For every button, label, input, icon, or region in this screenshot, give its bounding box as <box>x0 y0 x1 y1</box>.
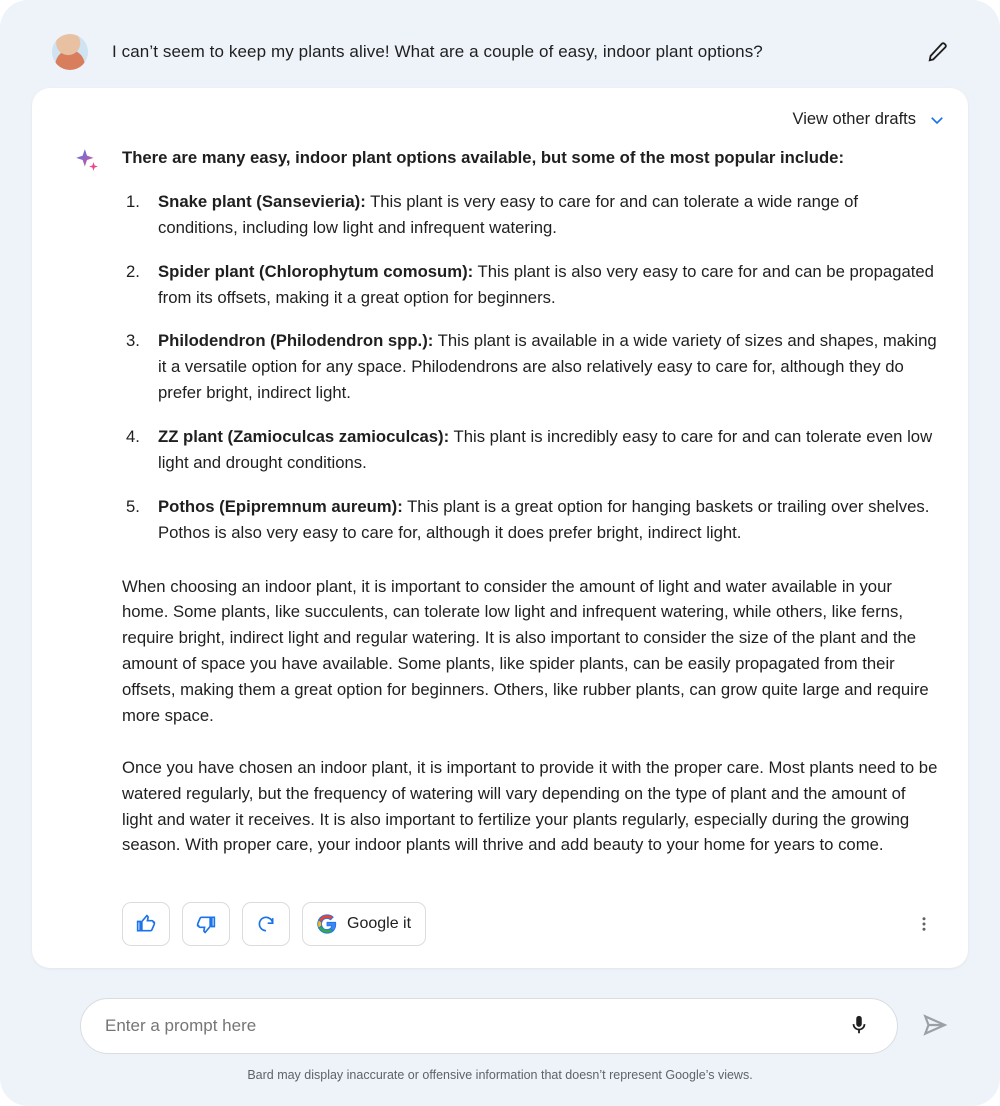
prompt-box[interactable] <box>80 998 898 1054</box>
response-actions: Google it <box>32 884 968 946</box>
response-card: View other drafts There are many easy, i… <box>32 88 968 968</box>
more-options-button[interactable] <box>910 910 938 938</box>
regenerate-button[interactable] <box>242 902 290 946</box>
response-intro: There are many easy, indoor plant option… <box>122 145 938 171</box>
list-item: Philodendron (Philodendron spp.): This p… <box>122 328 938 406</box>
chevron-down-icon <box>928 111 946 129</box>
thumbs-down-icon <box>196 914 216 934</box>
response-content: There are many easy, indoor plant option… <box>122 145 938 884</box>
microphone-icon <box>848 1014 870 1036</box>
thumbs-up-icon <box>136 914 156 934</box>
list-item: Spider plant (Chlorophytum comosum): Thi… <box>122 259 938 311</box>
list-item: Pothos (Epipremnum aureum): This plant i… <box>122 494 938 546</box>
thumbs-down-button[interactable] <box>182 902 230 946</box>
plant-list: Snake plant (Sansevieria): This plant is… <box>122 189 938 546</box>
google-it-label: Google it <box>347 915 411 933</box>
response-paragraph: When choosing an indoor plant, it is imp… <box>122 574 938 729</box>
list-item: Snake plant (Sansevieria): This plant is… <box>122 189 938 241</box>
pencil-icon <box>927 41 949 63</box>
user-prompt-text: I can’t seem to keep my plants alive! Wh… <box>112 39 898 65</box>
thumbs-up-button[interactable] <box>122 902 170 946</box>
prompt-input-row <box>12 972 988 1060</box>
disclaimer-text: Bard may display inaccurate or offensive… <box>12 1060 988 1094</box>
bard-sparkle-icon <box>74 147 100 173</box>
user-turn: I can’t seem to keep my plants alive! Wh… <box>12 4 988 88</box>
conversation-panel: I can’t seem to keep my plants alive! Wh… <box>0 0 1000 1106</box>
list-item: ZZ plant (Zamioculcas zamioculcas): This… <box>122 424 938 476</box>
send-icon <box>922 1012 948 1038</box>
google-logo-icon <box>317 914 337 934</box>
edit-prompt-button[interactable] <box>922 36 954 68</box>
send-button[interactable] <box>920 1011 950 1041</box>
more-vert-icon <box>915 915 933 933</box>
google-it-button[interactable]: Google it <box>302 902 426 946</box>
user-avatar <box>52 34 88 70</box>
view-other-drafts-button[interactable]: View other drafts <box>792 110 946 129</box>
view-other-drafts-label: View other drafts <box>792 110 916 129</box>
prompt-input[interactable] <box>105 1016 845 1036</box>
mic-button[interactable] <box>845 1012 873 1040</box>
response-paragraph: Once you have chosen an indoor plant, it… <box>122 755 938 859</box>
refresh-icon <box>256 914 276 934</box>
